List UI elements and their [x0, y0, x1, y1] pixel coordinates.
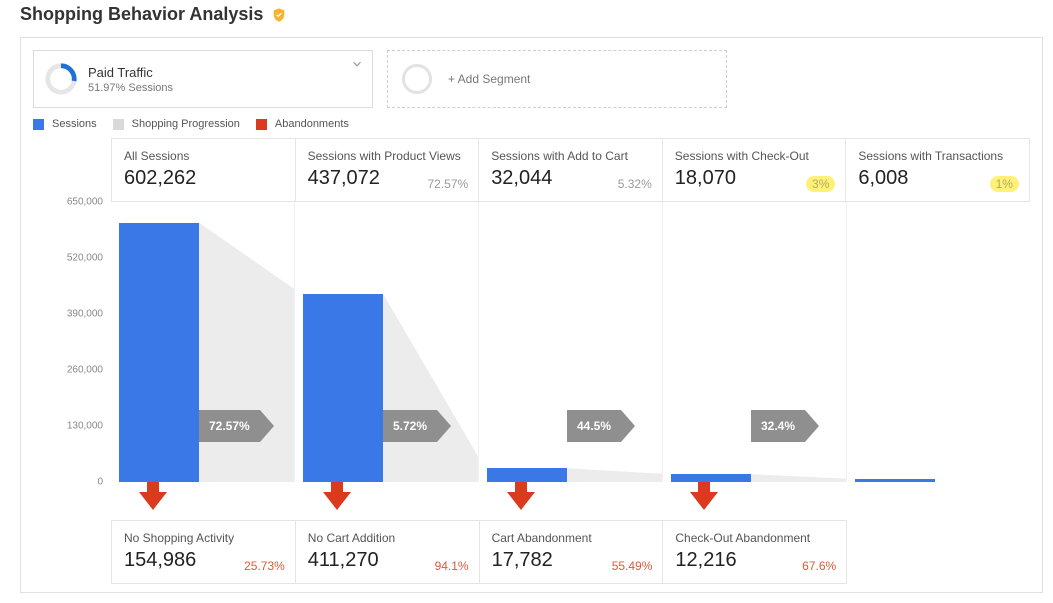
segment-selector[interactable]: Paid Traffic 51.97% Sessions [33, 50, 373, 108]
stage-label: Sessions with Product Views [308, 149, 467, 163]
dropoff-cell[interactable]: No Shopping Activity154,98625.73% [111, 520, 296, 584]
session-bar [119, 223, 199, 482]
dropoff-pct: 94.1% [435, 559, 469, 573]
dropoff-cell[interactable]: No Cart Addition411,27094.1% [296, 520, 480, 584]
progression-arrow: 32.4% [751, 410, 819, 442]
dropoff-pct: 25.73% [244, 559, 285, 573]
axis-tick: 260,000 [67, 365, 103, 376]
stage-header[interactable]: Sessions with Check-Out18,0703% [663, 138, 847, 202]
chart-column: 32.4% [663, 202, 847, 482]
chart-legend: Sessions Shopping Progression Abandonmen… [33, 118, 1030, 130]
dropoff-arrow-cell [662, 482, 846, 520]
dropoff-label: No Cart Addition [308, 531, 467, 545]
progression-arrow: 72.57% [199, 410, 274, 442]
chart-column: 5.72% [295, 202, 479, 482]
segment-name: Paid Traffic [88, 65, 173, 80]
y-axis: 650,000520,000390,000260,000130,0000 [33, 202, 111, 482]
dropoff-arrow-cell [479, 482, 663, 520]
dropoff-label: Cart Abandonment [492, 531, 651, 545]
swatch-progression [113, 119, 124, 130]
chevron-down-icon [350, 57, 364, 71]
legend-progression: Shopping Progression [132, 118, 240, 130]
segment-subtitle: 51.97% Sessions [88, 82, 173, 94]
session-bar [303, 294, 383, 482]
axis-tick: 130,000 [67, 421, 103, 432]
dropoff-arrow-cell [295, 482, 479, 520]
page-title: Shopping Behavior Analysis [20, 4, 263, 25]
session-bar [855, 479, 935, 482]
stage-label: Sessions with Add to Cart [491, 149, 650, 163]
stage-header[interactable]: Sessions with Product Views437,07272.57% [296, 138, 480, 202]
funnel-chart: All Sessions 602,262 Sessions with Product… [33, 138, 1030, 584]
verified-icon [271, 7, 287, 23]
progression-arrow: 44.5% [567, 410, 635, 442]
dropoff-cell[interactable]: Cart Abandonment17,78255.49% [480, 520, 664, 584]
chart-column: 72.57% [111, 202, 295, 482]
axis-tick: 650,000 [67, 197, 103, 208]
chart-column [847, 202, 1030, 482]
dropoff-arrow-cell [111, 482, 295, 520]
swatch-abandon [256, 119, 267, 130]
dropoff-cell[interactable]: Check-Out Abandonment12,21667.6% [663, 520, 847, 584]
down-arrow-icon [690, 492, 718, 510]
dropoff-pct: 67.6% [802, 559, 836, 573]
legend-sessions: Sessions [52, 118, 97, 130]
add-segment-button[interactable]: + Add Segment [387, 50, 727, 108]
donut-icon [44, 62, 78, 96]
session-bar [487, 468, 567, 482]
axis-tick: 390,000 [67, 309, 103, 320]
report-card: Paid Traffic 51.97% Sessions + Add Segme… [20, 37, 1043, 593]
empty-cell [847, 520, 1030, 584]
circle-icon [402, 64, 432, 94]
chart-column: 44.5% [479, 202, 663, 482]
progression-arrow: 5.72% [383, 410, 451, 442]
down-arrow-icon [323, 492, 351, 510]
down-arrow-icon [507, 492, 535, 510]
swatch-sessions [33, 119, 44, 130]
add-segment-label: + Add Segment [448, 72, 530, 86]
dropoff-label: Check-Out Abandonment [675, 531, 834, 545]
stage-label: Sessions with Check-Out [675, 149, 834, 163]
down-arrow-icon [139, 492, 167, 510]
stage-value: 602,262 [124, 167, 283, 190]
axis-tick: 0 [97, 477, 103, 488]
dropoff-label: No Shopping Activity [124, 531, 283, 545]
stage-label: Sessions with Transactions [858, 149, 1017, 163]
stage-header[interactable]: Sessions with Transactions6,0081% [846, 138, 1030, 202]
dropoff-pct: 55.49% [612, 559, 653, 573]
axis-tick: 520,000 [67, 253, 103, 264]
legend-abandon: Abandonments [275, 118, 349, 130]
chart-columns: 72.57% 5.72% 44.5% 32.4% [111, 202, 1030, 482]
dropoff-arrow-cell [846, 482, 1030, 520]
stage-header[interactable]: All Sessions 602,262 [111, 138, 296, 202]
stage-header[interactable]: Sessions with Add to Cart32,0445.32% [479, 138, 663, 202]
session-bar [671, 474, 751, 482]
stage-label: All Sessions [124, 149, 283, 163]
